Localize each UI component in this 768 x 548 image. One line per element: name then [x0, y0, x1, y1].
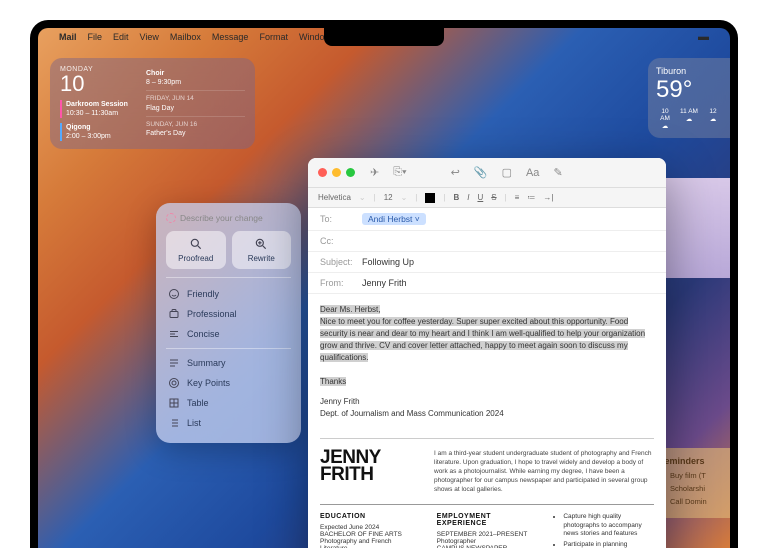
proofread-button[interactable]: Proofread	[166, 231, 226, 269]
bold-button[interactable]: B	[453, 193, 459, 202]
weather-location: Tiburon	[656, 66, 722, 76]
calendar-upcoming: Choir8 – 9:30pm	[146, 66, 245, 91]
format-bar: Helvetica⌄ | 12⌄ | | B I U S | ≡ ≔ →|	[308, 188, 666, 208]
rewrite-button[interactable]: Rewrite	[232, 231, 292, 269]
subject-field[interactable]: Following Up	[362, 257, 414, 267]
calendar-widget[interactable]: MONDAY 10 Darkroom Session10:30 – 11:30a…	[50, 58, 255, 149]
resume-experience: EMPLOYMENT EXPERIENCE SEPTEMBER 2021–PRE…	[437, 513, 538, 548]
to-label: To:	[320, 214, 362, 224]
list-button[interactable]: ≔	[527, 193, 535, 202]
font-select[interactable]: Helvetica	[318, 193, 351, 202]
list-option[interactable]: List	[166, 413, 291, 433]
table-option[interactable]: Table	[166, 393, 291, 413]
weather-temp: 59°	[656, 76, 722, 104]
professional-option[interactable]: Professional	[166, 304, 291, 324]
color-swatch[interactable]	[425, 193, 435, 203]
menu-file[interactable]: File	[88, 32, 103, 42]
resume-attachment: JENNYFRITH I am a third-year student und…	[320, 438, 654, 494]
weather-widget[interactable]: Tiburon 59° 10 AM☁︎ 11 AM☁︎ 12☁︎	[648, 58, 730, 138]
message-body[interactable]: Dear Ms. Herbst, Nice to meet you for co…	[308, 294, 666, 430]
photo-icon[interactable]: ▢	[502, 166, 512, 179]
italic-button[interactable]: I	[467, 193, 469, 202]
mail-compose-window: ✈︎ ⎘▾ ↩︎ 📎 ▢ Aa ✎ Helvetica⌄ | 12⌄ | | B…	[308, 158, 666, 548]
summary-option[interactable]: Summary	[166, 353, 291, 373]
align-button[interactable]: ≡	[515, 193, 520, 202]
writing-tools-icon[interactable]: ✎	[553, 166, 562, 179]
menu-format[interactable]: Format	[259, 32, 288, 42]
zoom-button[interactable]	[346, 168, 355, 177]
friendly-option[interactable]: Friendly	[166, 284, 291, 304]
underline-button[interactable]: U	[477, 193, 483, 202]
reminder-item[interactable]: Call Domin	[658, 497, 722, 506]
minimize-button[interactable]	[332, 168, 341, 177]
forecast-item: 11 AM☁︎	[680, 108, 698, 130]
strike-button[interactable]: S	[491, 193, 496, 202]
menu-mailbox[interactable]: Mailbox	[170, 32, 201, 42]
reminder-item[interactable]: Scholarshi	[658, 484, 722, 493]
reminder-item[interactable]: Buy film (T	[658, 471, 722, 480]
calendar-date: 10	[60, 73, 138, 95]
resume-education: EDUCATION Expected June 2024 BACHELOR OF…	[320, 513, 421, 548]
cc-label: Cc:	[320, 236, 362, 246]
close-button[interactable]	[318, 168, 327, 177]
signature-dept: Dept. of Journalism and Mass Communicati…	[320, 408, 654, 420]
menu-message[interactable]: Message	[212, 32, 249, 42]
calendar-event: Darkroom Session10:30 – 11:30am	[60, 100, 138, 118]
from-label: From:	[320, 278, 362, 288]
calendar-day: MONDAY	[60, 66, 138, 73]
forecast-item: 10 AM☁︎	[656, 108, 674, 130]
describe-change-input[interactable]: Describe your change	[166, 213, 291, 223]
resume-name: JENNYFRITH	[320, 449, 420, 483]
reminders-title: Reminders	[658, 456, 722, 466]
writing-tools-panel: Describe your change Proofread Rewrite F…	[156, 203, 301, 443]
menu-view[interactable]: View	[140, 32, 159, 42]
forecast-item: 12☁︎	[704, 108, 722, 130]
reply-icon[interactable]: ↩︎	[451, 166, 460, 179]
header-dropdown-icon[interactable]: ⎘▾	[393, 166, 406, 179]
format-icon[interactable]: Aa	[526, 167, 539, 179]
window-titlebar[interactable]: ✈︎ ⎘▾ ↩︎ 📎 ▢ Aa ✎	[308, 158, 666, 188]
signature-name: Jenny Frith	[320, 396, 654, 408]
keypoints-option[interactable]: Key Points	[166, 373, 291, 393]
from-field[interactable]: Jenny Frith	[362, 278, 407, 288]
resume-intro: I am a third-year student undergraduate …	[434, 449, 654, 494]
size-select[interactable]: 12	[384, 193, 393, 202]
menu-edit[interactable]: Edit	[113, 32, 129, 42]
calendar-upcoming: SUNDAY, JUN 16Father's Day	[146, 117, 245, 142]
subject-label: Subject:	[320, 257, 362, 267]
calendar-event: Qigong2:00 – 3:00pm	[60, 123, 138, 141]
indent-button[interactable]: →|	[543, 193, 553, 202]
resume-bullets: Capture high quality photographs to acco…	[553, 513, 654, 548]
to-recipient[interactable]: Andi Herbst ˅	[362, 213, 426, 225]
menu-app[interactable]: Mail	[59, 32, 77, 42]
battery-icon[interactable]: ▬	[698, 31, 709, 43]
concise-option[interactable]: Concise	[166, 324, 291, 344]
attach-icon[interactable]: 📎	[474, 166, 488, 179]
send-icon[interactable]: ✈︎	[370, 166, 379, 179]
calendar-upcoming: FRIDAY, JUN 14Flag Day	[146, 91, 245, 117]
